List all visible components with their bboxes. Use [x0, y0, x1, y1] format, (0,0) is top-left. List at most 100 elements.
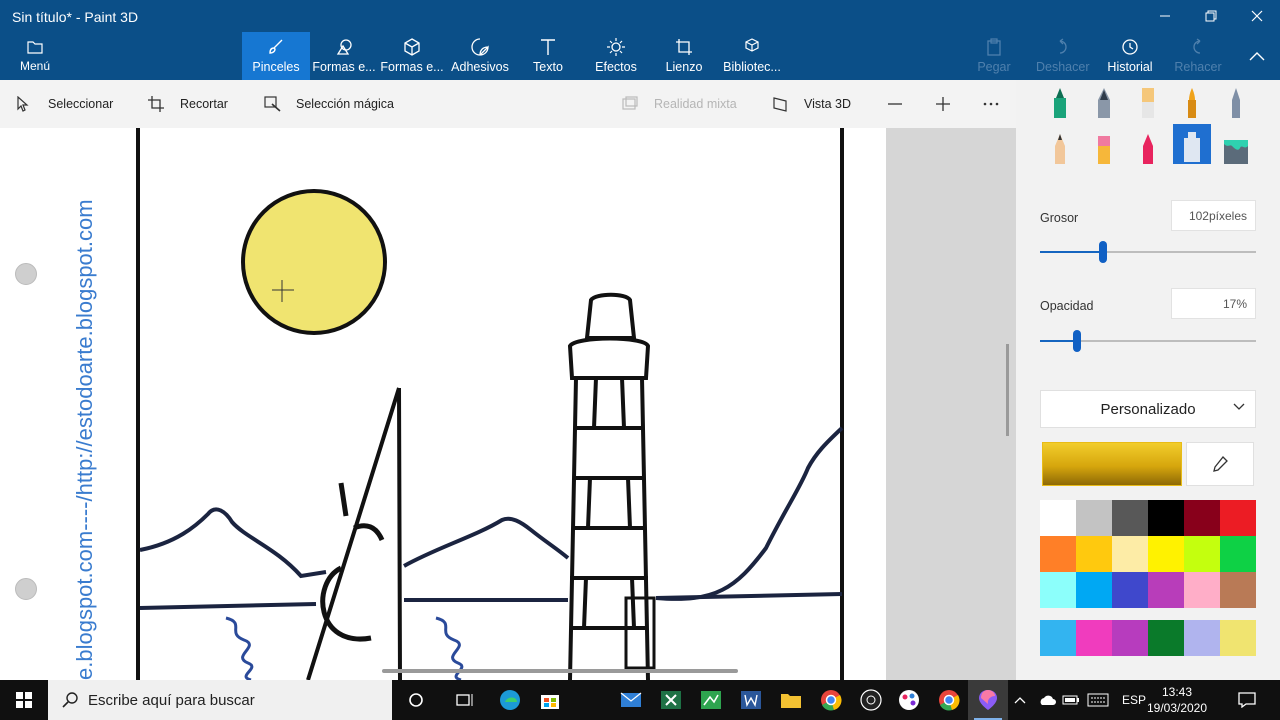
tab-formas-3d[interactable]: Formas e...: [378, 32, 446, 80]
current-color-swatch[interactable]: [1042, 442, 1182, 486]
color-swatch[interactable]: [1076, 572, 1112, 608]
window-title: Sin título* - Paint 3D: [12, 9, 139, 25]
crop-button[interactable]: Recortar: [148, 80, 228, 128]
cortana-button[interactable]: [396, 680, 436, 720]
mail-app[interactable]: [611, 680, 651, 720]
drawing-canvas[interactable]: [136, 128, 886, 680]
color-swatch[interactable]: [1076, 500, 1112, 536]
zoom-in-button[interactable]: [935, 80, 951, 128]
close-button[interactable]: [1234, 0, 1280, 32]
onedrive-tray[interactable]: [1038, 680, 1056, 720]
workspace[interactable]: e.blogspot.com----/http://estodoarte.blo…: [0, 128, 1016, 680]
opacity-input[interactable]: 17%: [1171, 288, 1256, 319]
chrome-app[interactable]: [811, 680, 851, 720]
color-swatch[interactable]: [1184, 536, 1220, 572]
rotate-handle-top[interactable]: [15, 263, 37, 285]
opacity-slider-thumb[interactable]: [1072, 330, 1081, 352]
marker-brush[interactable]: [1041, 80, 1079, 120]
tray-chevron[interactable]: [1014, 680, 1026, 720]
oil-brush[interactable]: [1129, 80, 1167, 120]
task-view-button[interactable]: [444, 680, 484, 720]
calligraphy-pen-brush[interactable]: [1085, 80, 1123, 120]
tab-texto[interactable]: Texto: [514, 32, 582, 80]
pencil-brush[interactable]: [1041, 126, 1079, 166]
color-swatch[interactable]: [1220, 500, 1256, 536]
thickness-slider[interactable]: [1040, 241, 1256, 263]
collapse-ribbon-button[interactable]: [1234, 36, 1280, 76]
file-explorer-app[interactable]: [771, 680, 811, 720]
minimize-button[interactable]: [1142, 0, 1188, 32]
tab-efectos[interactable]: Efectos: [582, 32, 650, 80]
menu-button[interactable]: Menú: [8, 32, 62, 80]
history-button[interactable]: Historial: [1104, 32, 1156, 80]
horizontal-scrollbar[interactable]: [382, 669, 738, 673]
paste-button[interactable]: Pegar: [968, 32, 1020, 80]
clock[interactable]: 13:43 19/03/2020: [1140, 684, 1214, 716]
color-swatch[interactable]: [1148, 500, 1184, 536]
crayon-brush[interactable]: [1129, 126, 1167, 166]
redo-button[interactable]: Rehacer: [1172, 32, 1224, 80]
paint-app[interactable]: [889, 680, 929, 720]
canvas-icon: [676, 39, 692, 55]
watercolor-brush[interactable]: [1173, 80, 1211, 120]
more-options-button[interactable]: [983, 80, 999, 128]
store-app[interactable]: [530, 680, 570, 720]
magic-select-button[interactable]: Selección mágica: [264, 80, 394, 128]
eraser-brush[interactable]: [1085, 126, 1123, 166]
eyedropper-button[interactable]: [1186, 442, 1254, 486]
color-swatch[interactable]: [1040, 500, 1076, 536]
start-button[interactable]: [0, 680, 48, 720]
custom-color-swatch[interactable]: [1040, 620, 1076, 656]
thickness-input[interactable]: 102píxeles: [1171, 200, 1256, 231]
tab-lienzo[interactable]: Lienzo: [650, 32, 718, 80]
keyboard-tray[interactable]: [1087, 680, 1109, 720]
mixed-reality-button[interactable]: Realidad mixta: [622, 80, 737, 128]
texture-dropdown[interactable]: Personalizado: [1040, 390, 1256, 428]
taskbar-search[interactable]: Escribe aquí para buscar: [48, 680, 392, 720]
paint-3d-app[interactable]: [968, 680, 1008, 720]
tab-formas-2d[interactable]: Formas e...: [310, 32, 378, 80]
vertical-scrollbar[interactable]: [1006, 344, 1009, 436]
select-button[interactable]: Seleccionar: [16, 80, 113, 128]
fill-bucket-brush[interactable]: [1217, 126, 1255, 166]
zoom-out-button[interactable]: [887, 80, 903, 128]
color-swatch[interactable]: [1220, 536, 1256, 572]
opacity-slider[interactable]: [1040, 330, 1256, 352]
color-swatch[interactable]: [1184, 572, 1220, 608]
color-swatch[interactable]: [1148, 536, 1184, 572]
custom-color-swatch[interactable]: [1112, 620, 1148, 656]
tab-biblioteca[interactable]: Bibliotec...: [718, 32, 786, 80]
tab-adhesivos[interactable]: Adhesivos: [446, 32, 514, 80]
color-swatch[interactable]: [1112, 572, 1148, 608]
view-3d-button[interactable]: Vista 3D: [772, 80, 851, 128]
color-swatch[interactable]: [1040, 572, 1076, 608]
rotate-handle-bottom[interactable]: [15, 578, 37, 600]
custom-color-swatch[interactable]: [1220, 620, 1256, 656]
spreadsheet-app[interactable]: [691, 680, 731, 720]
word-app[interactable]: [731, 680, 771, 720]
chrome-profile-app[interactable]: [929, 680, 969, 720]
color-swatch[interactable]: [1184, 500, 1220, 536]
custom-color-swatch[interactable]: [1184, 620, 1220, 656]
edge-app[interactable]: [490, 680, 530, 720]
undo-button[interactable]: Deshacer: [1036, 32, 1090, 80]
color-swatch[interactable]: [1076, 536, 1112, 572]
custom-color-swatch[interactable]: [1148, 620, 1184, 656]
battery-tray[interactable]: [1062, 680, 1080, 720]
undo-icon: [1059, 38, 1067, 54]
excel-app[interactable]: [651, 680, 691, 720]
color-swatch[interactable]: [1148, 572, 1184, 608]
custom-color-swatch[interactable]: [1076, 620, 1112, 656]
restore-button[interactable]: [1188, 0, 1234, 32]
color-swatch[interactable]: [1040, 536, 1076, 572]
tab-pinceles[interactable]: Pinceles: [242, 32, 310, 80]
view-3d-icon: [773, 97, 787, 112]
color-swatch[interactable]: [1112, 500, 1148, 536]
thickness-slider-thumb[interactable]: [1098, 241, 1107, 263]
pixel-pen-brush[interactable]: [1217, 80, 1255, 120]
notifications-button[interactable]: [1238, 680, 1256, 720]
color-swatch[interactable]: [1112, 536, 1148, 572]
obs-app[interactable]: [851, 680, 891, 720]
color-swatch[interactable]: [1220, 572, 1256, 608]
spray-can-brush[interactable]: [1173, 124, 1211, 164]
